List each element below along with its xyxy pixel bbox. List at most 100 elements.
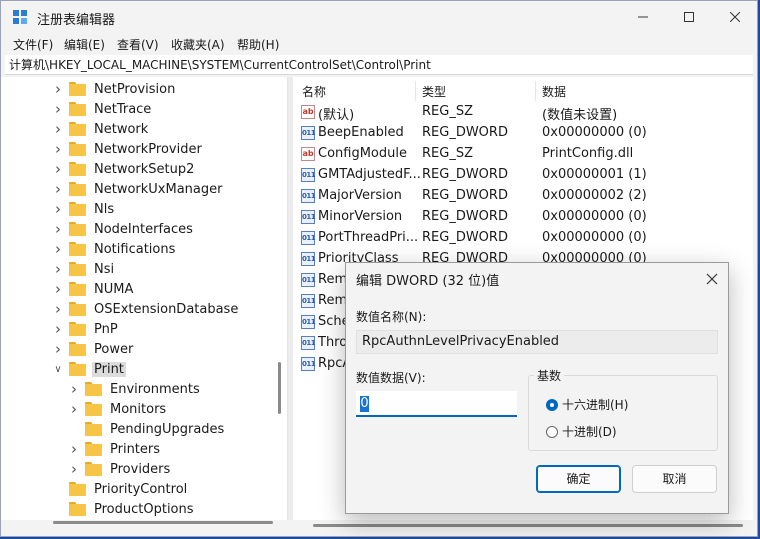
- column-divider[interactable]: [535, 81, 536, 101]
- menu-favorites[interactable]: 收藏夹(A): [171, 36, 225, 53]
- folder-icon: [69, 222, 86, 236]
- tree-item-label: PnP: [94, 321, 118, 337]
- value-name-cell: MinorVersion: [318, 209, 403, 224]
- menu-file[interactable]: 文件(F): [13, 36, 53, 53]
- value-row[interactable]: 011 MinorVersion REG_DWORD 0x00000000 (0): [293, 207, 753, 228]
- value-row[interactable]: ab ConfigModule REG_SZ PrintConfig.dll: [293, 144, 753, 165]
- tree-item[interactable]: › NetworkUxManager: [53, 179, 224, 199]
- ok-button[interactable]: 确定: [536, 465, 621, 493]
- registry-tree[interactable]: › NetProvision › NetTrace › Network › NetworkPr…: [1, 77, 288, 520]
- tree-item[interactable]: › Nls: [53, 199, 116, 219]
- tree-item[interactable]: › Nsi: [53, 259, 116, 279]
- tree-item[interactable]: › OSExtensionDatabase: [53, 299, 240, 319]
- tree-item[interactable]: › NetworkSetup2: [53, 159, 196, 179]
- menu-help[interactable]: 帮助(H): [237, 36, 279, 53]
- tree-item[interactable]: › Providers: [69, 459, 172, 479]
- value-row[interactable]: 011 BeepEnabled REG_DWORD 0x00000000 (0): [293, 123, 753, 144]
- close-button[interactable]: [712, 1, 758, 33]
- value-data-label: 数值数据(V):: [356, 371, 426, 385]
- binary-value-icon: 011: [301, 231, 316, 245]
- chevron-right-icon[interactable]: ›: [69, 399, 79, 419]
- chevron-right-icon[interactable]: ›: [53, 159, 63, 179]
- tree-item[interactable]: PriorityControl: [53, 479, 189, 499]
- minimize-button[interactable]: [620, 1, 666, 33]
- chevron-right-icon[interactable]: ›: [53, 239, 63, 259]
- column-header-name[interactable]: 名称: [302, 83, 326, 100]
- folder-icon: [69, 502, 86, 516]
- edit-dword-dialog: 编辑 DWORD (32 位)值 数值名称(N): RpcAuthnLevelP…: [345, 262, 729, 514]
- tree-item-label: Power: [94, 341, 134, 357]
- dialog-close-button[interactable]: [706, 267, 718, 289]
- chevron-right-icon[interactable]: ›: [53, 139, 63, 159]
- tree-item[interactable]: › Monitors: [69, 399, 168, 419]
- value-type-cell: REG_SZ: [422, 146, 473, 161]
- value-data-input[interactable]: [356, 391, 517, 417]
- chevron-right-icon[interactable]: ›: [53, 179, 63, 199]
- tree-item[interactable]: › NodeInterfaces: [53, 219, 195, 239]
- chevron-right-icon[interactable]: ›: [69, 439, 79, 459]
- column-header-data[interactable]: 数据: [542, 83, 566, 100]
- tree-item[interactable]: › Environments: [69, 379, 202, 399]
- tree-item[interactable]: ProductOptions: [53, 499, 196, 519]
- chevron-right-icon[interactable]: ›: [53, 199, 63, 219]
- value-type-cell: REG_DWORD: [422, 230, 508, 245]
- folder-icon: [69, 302, 86, 316]
- value-row[interactable]: 011 GMTAdjustedF... REG_DWORD 0x00000001 (1…: [293, 165, 753, 186]
- value-type-cell: REG_SZ: [422, 104, 473, 119]
- tree-item[interactable]: › Printers: [69, 439, 162, 459]
- tree-item[interactable]: › Network: [53, 119, 150, 139]
- tree-item[interactable]: PendingUpgrades: [69, 419, 226, 439]
- tree-horizontal-scrollbar[interactable]: [53, 521, 273, 524]
- decimal-radio[interactable]: 十进制(D): [546, 423, 617, 440]
- folder-icon: [69, 482, 86, 496]
- chevron-right-icon[interactable]: ›: [53, 219, 63, 239]
- tree-item[interactable]: › Notifications: [53, 239, 177, 259]
- chevron-right-icon[interactable]: ›: [53, 119, 63, 139]
- chevron-right-icon[interactable]: ›: [69, 379, 79, 399]
- value-row[interactable]: 011 PortThreadPri... REG_DWORD 0x00000000 (…: [293, 228, 753, 249]
- values-horizontal-scrollbar[interactable]: [313, 524, 743, 527]
- tree-item-label: NetProvision: [94, 81, 176, 97]
- value-row[interactable]: ab (默认) REG_SZ (数值未设置): [293, 102, 753, 123]
- tree-item[interactable]: › NetworkProvider: [53, 139, 204, 159]
- tree-item[interactable]: › NUMA: [53, 279, 135, 299]
- tree-item[interactable]: › PnP: [53, 319, 120, 339]
- chevron-down-icon[interactable]: ∨: [53, 359, 63, 379]
- tree-item-label: NetworkProvider: [94, 141, 202, 157]
- folder-icon: [69, 162, 86, 176]
- chevron-right-icon[interactable]: ›: [53, 79, 63, 99]
- address-bar[interactable]: 计算机\HKEY_LOCAL_MACHINE\SYSTEM\CurrentCon…: [5, 55, 753, 75]
- tree-item[interactable]: › Power: [53, 339, 135, 359]
- value-data-cell: 0x00000000 (0): [542, 230, 647, 245]
- folder-icon: [85, 382, 102, 396]
- chevron-right-icon[interactable]: ›: [53, 99, 63, 119]
- binary-value-icon: 011: [301, 252, 316, 266]
- chevron-right-icon[interactable]: ›: [53, 279, 63, 299]
- chevron-right-icon[interactable]: ›: [69, 459, 79, 479]
- menu-view[interactable]: 查看(V): [117, 36, 159, 53]
- value-row[interactable]: 011 MajorVersion REG_DWORD 0x00000002 (2): [293, 186, 753, 207]
- value-name-cell: ConfigModule: [318, 146, 407, 161]
- tree-item[interactable]: › NetProvision: [53, 79, 177, 99]
- chevron-right-icon[interactable]: ›: [53, 319, 63, 339]
- hex-radio-label: 十六进制(H): [562, 398, 629, 412]
- folder-icon: [85, 462, 102, 476]
- column-divider[interactable]: [415, 81, 416, 101]
- chevron-right-icon[interactable]: ›: [53, 339, 63, 359]
- tree-item[interactable]: › NetTrace: [53, 99, 153, 119]
- tree-item[interactable]: ∨ Print: [53, 359, 126, 379]
- binary-value-icon: 011: [301, 210, 316, 224]
- value-name-cell: (默认): [318, 108, 355, 123]
- column-header-type[interactable]: 类型: [422, 83, 446, 100]
- tree-item-label: Notifications: [94, 241, 176, 257]
- binary-value-icon: 011: [301, 315, 316, 329]
- tree-vertical-scrollbar[interactable]: [278, 362, 281, 414]
- hex-radio[interactable]: 十六进制(H): [546, 396, 628, 413]
- chevron-right-icon[interactable]: ›: [53, 299, 63, 319]
- cancel-button[interactable]: 取消: [632, 465, 717, 493]
- tree-item-label: Nls: [94, 201, 115, 217]
- menu-edit[interactable]: 编辑(E): [64, 36, 105, 53]
- maximize-button[interactable]: [666, 1, 712, 33]
- value-name-cell: PortThreadPri...: [318, 230, 419, 245]
- chevron-right-icon[interactable]: ›: [53, 259, 63, 279]
